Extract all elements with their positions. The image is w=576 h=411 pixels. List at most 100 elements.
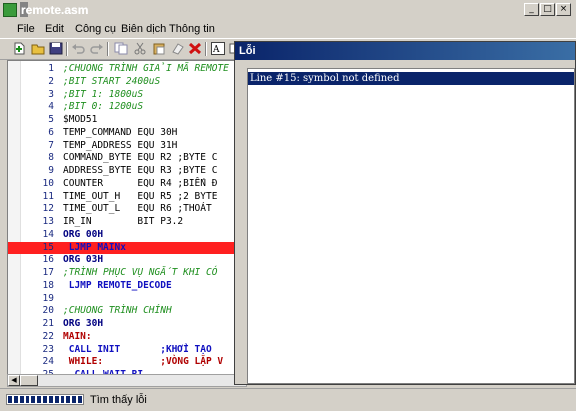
line-code: COMMAND_BYTE EQU R2 ;BYTE C (63, 152, 218, 164)
code-line[interactable]: 13 IR_IN BIT P3.2 (8, 216, 248, 229)
menubar: File Edit Công cụ Biên dịch Thông tin (0, 20, 576, 38)
redo-icon[interactable] (90, 42, 104, 55)
code-editor[interactable]: 1 ;CHUONG TRÌNH GIẢI MÃ REMOTE 2 ;BIT START… (7, 60, 249, 376)
line-code: ;BIT 1: 1800uS (63, 88, 144, 100)
code-line[interactable]: 8 COMMAND_BYTE EQU R2 ;BYTE C (8, 152, 248, 165)
menu-compile[interactable]: Biên dịch (121, 23, 166, 35)
paste-icon[interactable] (152, 42, 166, 55)
erase-icon[interactable] (170, 42, 184, 55)
window-title: remote.asm (21, 3, 89, 17)
code-line[interactable]: 11 TIME_OUT_H EQU R5 ;2 BYTE (8, 191, 248, 204)
code-line[interactable]: 20 ;CHUONG TRÌNH CHÍNH (8, 305, 248, 318)
delete-icon[interactable] (188, 42, 202, 55)
new-file-icon[interactable] (12, 42, 26, 55)
line-number: 17 (42, 267, 54, 278)
line-number: 3 (48, 88, 54, 100)
code-line[interactable]: 23 CALL INIT ;KHỞI TẠO (8, 344, 248, 357)
cut-icon[interactable] (133, 42, 147, 55)
error-item[interactable]: Line #15: symbol not defined (248, 72, 574, 85)
line-number: 16 (42, 254, 54, 266)
maximize-button[interactable]: □ (540, 3, 555, 16)
line-number: 10 (42, 177, 54, 189)
code-line[interactable]: 18 LJMP REMOTE_DECODE (8, 280, 248, 293)
code-line[interactable]: 15 LJMP MAINx (8, 241, 248, 255)
scroll-left-icon[interactable]: ◀ (8, 375, 20, 386)
code-line[interactable]: 12 TIME_OUT_L EQU R6 ;THOÁT (8, 203, 248, 216)
line-code: ;BIT START 2400uS (63, 75, 161, 87)
line-code: ;CHUONG TRÌNH CHÍNH (63, 305, 172, 317)
window-titlebar: remote.asm _ □ × (0, 0, 576, 21)
line-code: ORG 03H (63, 254, 104, 266)
line-number: 9 (48, 165, 54, 176)
line-number: 21 (42, 318, 54, 329)
app-icon (3, 3, 17, 17)
close-button[interactable]: × (556, 3, 571, 16)
svg-text:A: A (212, 45, 220, 54)
error-message: Line #15: symbol not defined (250, 73, 400, 84)
code-line[interactable]: 10 COUNTER EQU R4 ;BIẾN Đ (8, 178, 248, 191)
line-code: ORG 30H (63, 318, 104, 329)
code-line[interactable]: 3 ;BIT 1: 1800uS (8, 89, 248, 102)
code-line[interactable]: 2 ;BIT START 2400uS (8, 76, 248, 89)
menu-info[interactable]: Thông tin (169, 23, 215, 35)
code-line[interactable]: 1 ;CHUONG TRÌNH GIẢI MÃ REMOTE (8, 63, 248, 76)
line-number: 19 (42, 292, 54, 304)
line-code: TEMP_COMMAND EQU 30H (63, 126, 178, 138)
line-code: ADDRESS_BYTE EQU R3 ;BYTE C (63, 165, 218, 176)
line-number: 5 (48, 114, 54, 125)
line-number: 13 (42, 216, 54, 227)
dialog-titlebar[interactable]: Lỗi (235, 42, 575, 60)
line-number: 7 (48, 139, 54, 151)
menu-file[interactable]: File (17, 23, 35, 35)
error-dialog: Lỗi Line #15: symbol not defined (234, 41, 576, 385)
line-code: CALL INIT ;KHỞI TẠO (63, 343, 212, 355)
toolbar-separator (205, 42, 207, 56)
progress-bar (6, 394, 84, 405)
code-line[interactable]: 16 ORG 03H (8, 254, 248, 267)
status-text: Tìm thấy lỗi (90, 394, 147, 406)
line-code: LJMP MAINx (63, 241, 126, 253)
line-number: 12 (42, 203, 54, 215)
code-line[interactable]: 14 ORG 00H (8, 229, 248, 242)
line-number: 1 (48, 63, 54, 74)
code-line[interactable]: 5 $MOD51 (8, 114, 248, 127)
menu-edit[interactable]: Edit (45, 23, 64, 35)
save-icon[interactable] (49, 42, 63, 55)
code-line[interactable]: 6 TEMP_COMMAND EQU 30H (8, 127, 248, 140)
code-line[interactable]: 21 ORG 30H (8, 318, 248, 331)
code-line[interactable]: 24 WHILE: ;VÒNG LẶP V (8, 356, 248, 369)
menu-tools[interactable]: Công cụ (75, 23, 116, 35)
copy-icon[interactable] (114, 42, 128, 55)
code-line[interactable]: 7 TEMP_ADDRESS EQU 31H (8, 140, 248, 153)
dialog-title: Lỗi (239, 45, 256, 57)
line-number: 18 (42, 279, 54, 291)
code-line[interactable]: 4 ;BIT 0: 1200uS (8, 101, 248, 114)
line-code: COUNTER EQU R4 ;BIẾN Đ (63, 177, 218, 189)
line-code: TEMP_ADDRESS EQU 31H (63, 139, 178, 151)
horizontal-scrollbar[interactable]: ◀ (7, 374, 247, 387)
error-list: Line #15: symbol not defined (247, 68, 575, 384)
font-icon[interactable]: A (211, 42, 225, 55)
line-code: ;TRÌNH PHỤC VỤ NGẮT KHI CÓ (63, 267, 218, 278)
line-code: TIME_OUT_L EQU R6 ;THOÁT (63, 203, 212, 215)
line-number: 20 (42, 305, 54, 317)
minimize-button[interactable]: _ (524, 3, 539, 16)
code-line[interactable]: 19 (8, 293, 248, 306)
toolbar-separator (66, 42, 68, 56)
undo-icon[interactable] (71, 42, 85, 55)
line-code: LJMP REMOTE_DECODE (63, 279, 172, 291)
line-code: MAIN: (63, 330, 92, 342)
line-number: 23 (42, 343, 54, 355)
scroll-thumb[interactable] (20, 375, 38, 386)
code-line[interactable]: 17 ;TRÌNH PHỤC VỤ NGẮT KHI CÓ (8, 267, 248, 280)
line-number: 15 (42, 241, 54, 253)
toolbar-separator (107, 42, 109, 56)
open-folder-icon[interactable] (31, 42, 45, 55)
line-code: ;CHUONG TRÌNH GIẢI MÃ REMOTE (63, 63, 229, 74)
line-number: 2 (48, 75, 54, 87)
line-code: WHILE: ;VÒNG LẶP V (63, 356, 224, 368)
line-code: TIME_OUT_H EQU R5 ;2 BYTE (63, 190, 218, 202)
line-code: ;BIT 0: 1200uS (63, 101, 144, 113)
code-line[interactable]: 9 ADDRESS_BYTE EQU R3 ;BYTE C (8, 165, 248, 178)
code-line[interactable]: 22 MAIN: (8, 331, 248, 344)
